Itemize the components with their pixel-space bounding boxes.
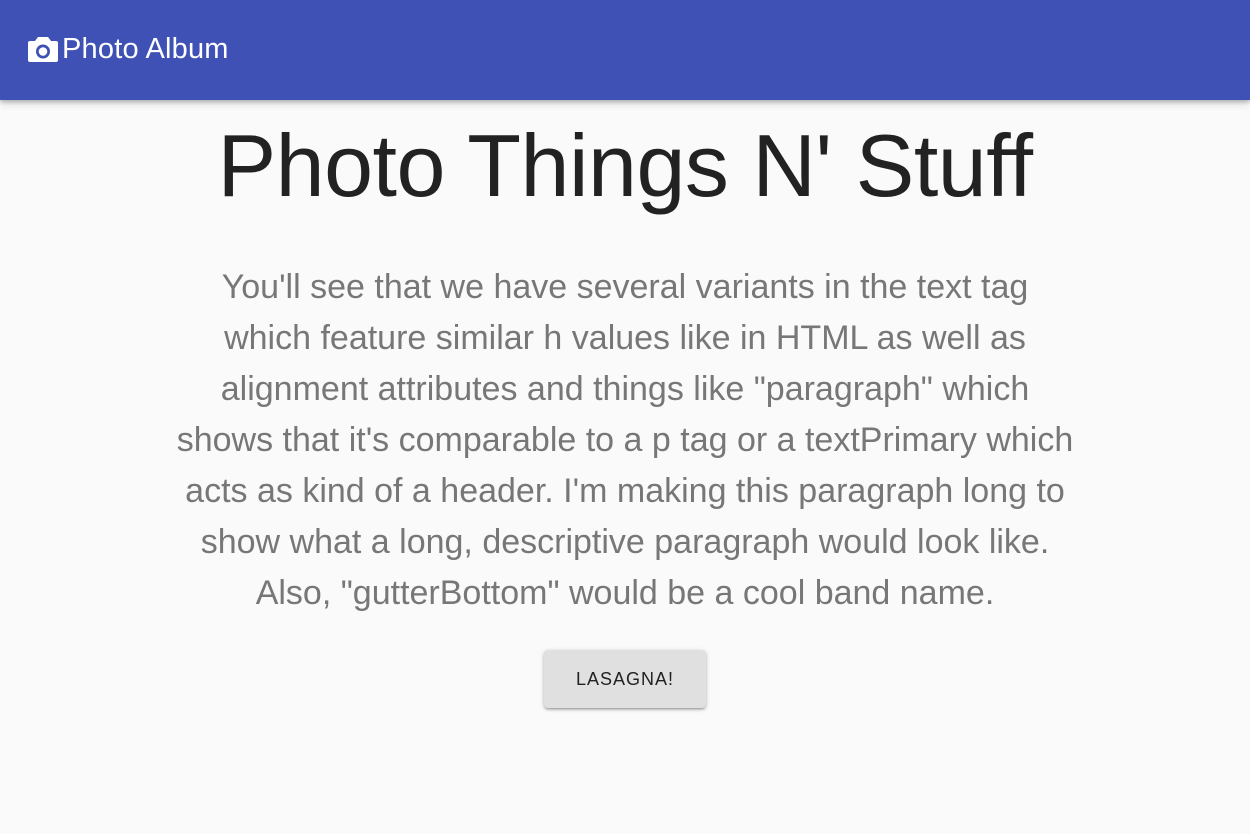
description-paragraph: You'll see that we have several variants…	[176, 268, 1074, 612]
camera-icon	[27, 35, 59, 63]
app-bar: Photo Album	[0, 0, 1250, 100]
app-title: Photo Album	[62, 32, 229, 65]
lasagna-button[interactable]: LASAGNA!	[544, 650, 706, 708]
page-title: Photo Things N' Stuff	[217, 116, 1033, 215]
app-bar-brand: Photo Album	[27, 33, 229, 66]
main-content: Photo Things N' Stuff You'll see that we…	[0, 100, 1250, 834]
